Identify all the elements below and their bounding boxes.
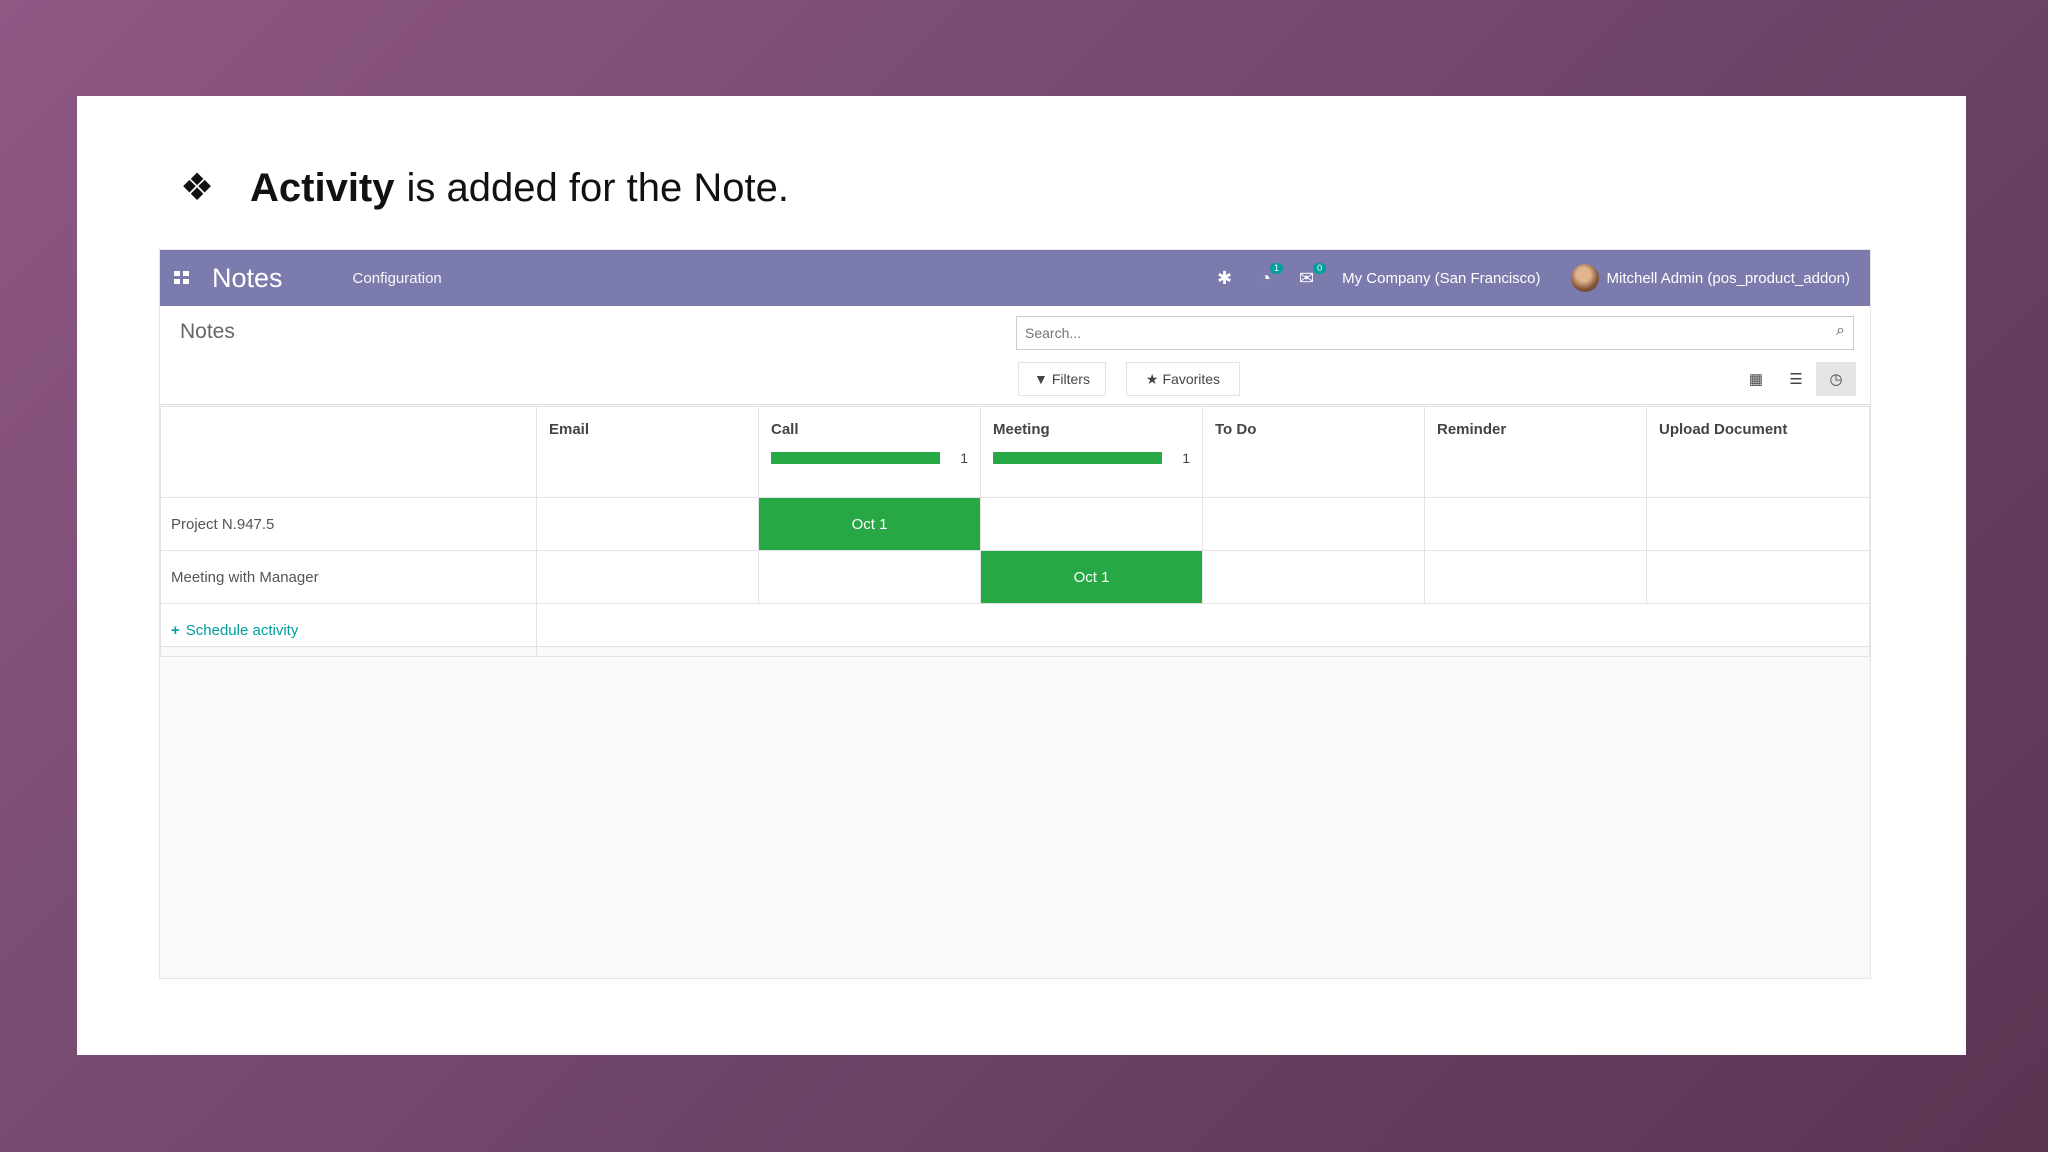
company-switcher[interactable]: My Company (San Francisco) [1342, 270, 1540, 287]
column-todo[interactable]: To Do [1202, 406, 1425, 498]
progress-bar [771, 452, 941, 464]
slide-caption: ❖ Activity is added for the Note. [180, 158, 789, 218]
progress-bar [993, 452, 1163, 464]
kanban-view-icon[interactable]: ▦ [1736, 362, 1776, 396]
table-row: Project N.947.5 Oct 1 [160, 497, 1870, 551]
record-name[interactable]: Project N.947.5 [160, 497, 537, 551]
favorites-label: Favorites [1162, 371, 1221, 387]
messages-badge: 0 [1313, 263, 1327, 274]
menu-configuration[interactable]: Configuration [353, 270, 442, 287]
caption-bold: Activity [250, 165, 395, 210]
messages-icon[interactable]: ✉ 0 [1299, 263, 1327, 287]
column-call[interactable]: Call 1 [758, 406, 981, 498]
user-menu[interactable]: Mitchell Admin (pos_product_addon) [1607, 270, 1850, 287]
table-row: Meeting with Manager Oct 1 [160, 550, 1870, 604]
user-avatar[interactable] [1570, 264, 1599, 292]
filters-label: Filters [1051, 371, 1090, 387]
plus-icon: + [171, 621, 180, 639]
activity-cell[interactable] [1646, 497, 1870, 551]
column-label: Upload Document [1659, 421, 1788, 438]
activity-cell[interactable] [536, 497, 759, 551]
activity-view-icon[interactable]: ◷ [1816, 362, 1856, 396]
activity-badge: 1 [1270, 263, 1284, 274]
column-label: Reminder [1437, 421, 1507, 438]
activity-clock-icon[interactable]: ◔ 1 [1260, 263, 1284, 287]
schedule-row: + Schedule activity [160, 603, 1870, 657]
breadcrumb: Notes [180, 320, 235, 343]
star-icon: ★ [1145, 370, 1159, 387]
view-switcher: ▦ ☰ ◷ [1736, 362, 1856, 396]
activity-cell[interactable] [1646, 550, 1870, 604]
activity-cell[interactable] [1202, 550, 1425, 604]
header-row: Email Call 1 Meeting 1 To Do Reminder Up… [160, 406, 1870, 498]
empty-cell [536, 603, 1870, 657]
column-meeting[interactable]: Meeting 1 [980, 406, 1203, 498]
apps-menu-icon[interactable] [174, 271, 190, 285]
activity-grid: Email Call 1 Meeting 1 To Do Reminder Up… [160, 406, 1870, 657]
header-blank [160, 406, 537, 498]
search-input[interactable] [1023, 317, 1780, 349]
app-name[interactable]: Notes [212, 263, 283, 294]
activity-cell[interactable] [758, 550, 981, 604]
column-label: Call [771, 421, 799, 438]
search-icon[interactable]: ⌕ [1836, 322, 1845, 340]
column-reminder[interactable]: Reminder [1424, 406, 1647, 498]
favorites-button[interactable]: ★ Favorites [1126, 362, 1240, 396]
schedule-label: Schedule activity [185, 621, 299, 639]
list-view-icon[interactable]: ☰ [1776, 362, 1816, 396]
diamond-bullet-icon: ❖ [180, 167, 215, 209]
filter-funnel-icon: ▼ [1034, 371, 1048, 387]
activity-cell[interactable] [1424, 497, 1647, 551]
activity-cell[interactable] [1424, 550, 1647, 604]
column-upload-document[interactable]: Upload Document [1646, 406, 1870, 498]
search-box[interactable]: ⌕ [1016, 316, 1854, 350]
activity-cell-call[interactable]: Oct 1 [758, 497, 981, 551]
activity-cell[interactable] [536, 550, 759, 604]
record-name[interactable]: Meeting with Manager [160, 550, 537, 604]
top-navbar: Notes Configuration ✱ ◔ 1 ✉ 0 My Company (… [160, 250, 1870, 306]
column-label: Meeting [993, 421, 1050, 438]
control-panel: Notes ⌕ ▼ Filters ★ Favorites ▦ ☰ ◷ [160, 306, 1870, 405]
column-count: 1 [960, 450, 968, 466]
filters-button[interactable]: ▼ Filters [1018, 362, 1106, 396]
activity-cell[interactable] [1202, 497, 1425, 551]
activity-cell[interactable] [980, 497, 1203, 551]
column-email[interactable]: Email [536, 406, 759, 498]
activity-cell-meeting[interactable]: Oct 1 [980, 550, 1203, 604]
slide: ❖ Activity is added for the Note. Notes … [77, 96, 1966, 1055]
column-label: Email [549, 421, 590, 438]
odoo-app-screenshot: Notes Configuration ✱ ◔ 1 ✉ 0 My Company (… [159, 249, 1871, 979]
schedule-activity-link[interactable]: + Schedule activity [160, 603, 537, 657]
caption-text: is added for the Note. [406, 165, 789, 210]
column-count: 1 [1182, 450, 1190, 466]
bug-icon[interactable]: ✱ [1217, 269, 1232, 287]
column-label: To Do [1215, 421, 1257, 438]
